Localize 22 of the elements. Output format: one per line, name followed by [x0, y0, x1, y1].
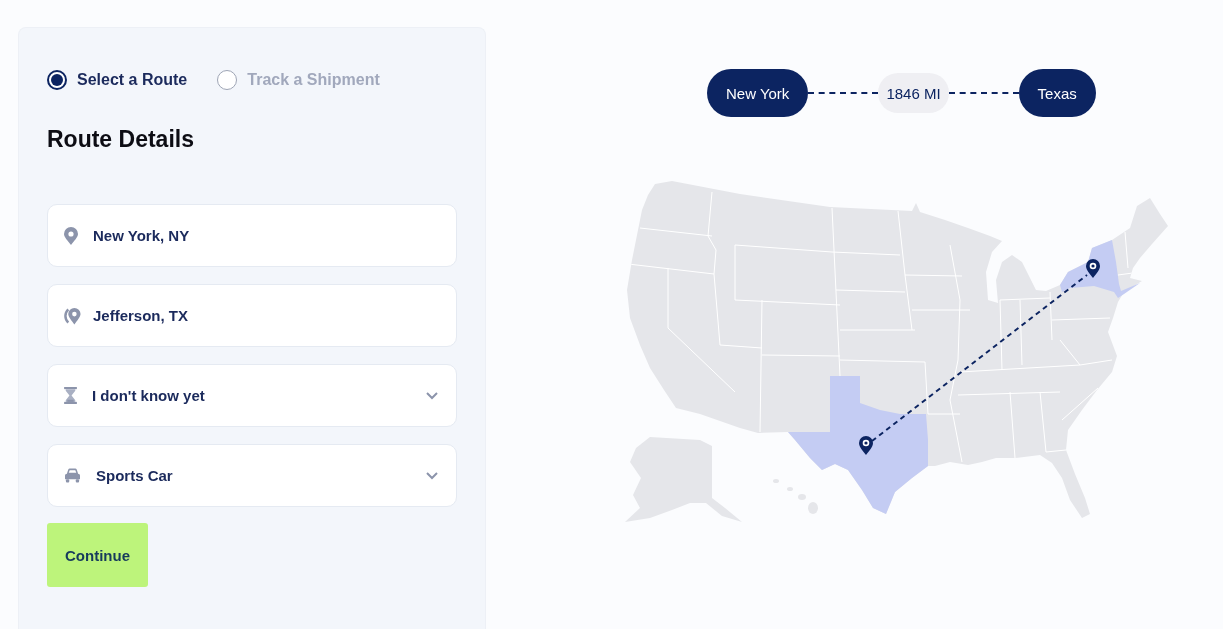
- map-pin-icon: [1086, 259, 1100, 278]
- map-pin-icon: [859, 436, 873, 455]
- text-field[interactable]: Jefferson, TX: [47, 284, 457, 347]
- dashed-connector: [948, 92, 1019, 94]
- location-pin-icon: [64, 226, 78, 245]
- continue-button[interactable]: Continue: [47, 523, 148, 587]
- distance-badge: 1846 MI: [878, 73, 949, 113]
- radio-button[interactable]: [47, 70, 67, 90]
- chevron-down-icon: [426, 391, 438, 400]
- pin-with-arc-icon: [64, 306, 81, 325]
- radio-button[interactable]: [217, 70, 238, 90]
- dropdown[interactable]: Sports Car: [47, 444, 457, 507]
- dashed-connector: [808, 92, 879, 94]
- origin-pill: New York: [707, 69, 809, 117]
- chevron-down-icon: [426, 471, 438, 480]
- destination-pill: Texas: [1018, 69, 1096, 117]
- text-field[interactable]: New York, NY: [47, 204, 457, 267]
- hourglass-icon: [64, 387, 77, 404]
- dropdown[interactable]: I don't know yet: [47, 364, 457, 427]
- radio-option[interactable]: Select a Route: [47, 70, 188, 90]
- section-title: Route Details: [47, 125, 194, 153]
- car-icon: [64, 468, 81, 483]
